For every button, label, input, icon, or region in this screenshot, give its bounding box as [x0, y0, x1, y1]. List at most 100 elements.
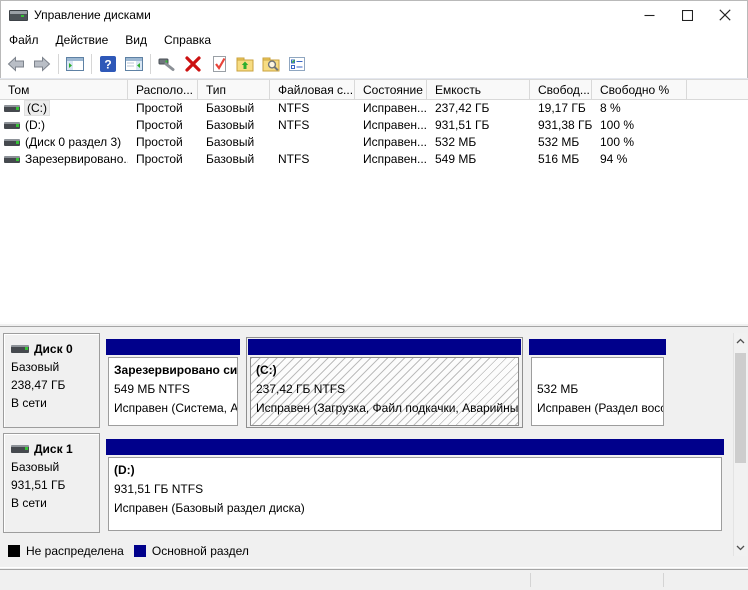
disk-icon: [11, 345, 29, 353]
minimize-button[interactable]: [630, 0, 668, 30]
partition-color-bar: [106, 339, 240, 355]
scroll-down-button[interactable]: [734, 540, 747, 556]
volume-name: (C:): [24, 100, 50, 116]
properties-icon: [289, 56, 305, 71]
volume-name: (Диск 0 раздел 3): [25, 135, 122, 149]
volume-status: Исправен...: [363, 135, 427, 149]
delete-volume-button[interactable]: [180, 52, 206, 76]
statusbar-separator: [663, 573, 664, 587]
volume-free-pct: 8 %: [600, 101, 621, 115]
volume-row-reserved[interactable]: Зарезервировано... Простой Базовый NTFS …: [0, 151, 748, 168]
volume-free: 532 МБ: [538, 135, 580, 149]
scroll-up-button[interactable]: [734, 333, 747, 349]
svg-text:?: ?: [104, 57, 111, 71]
chevron-up-icon: [736, 338, 745, 344]
volume-free: 19,17 ГБ: [538, 101, 586, 115]
disk-0-band: Диск 0 Базовый 238,47 ГБ В сети Зарезерв…: [3, 333, 727, 428]
partition-color-bar: [529, 339, 666, 355]
volume-status: Исправен...: [363, 152, 427, 166]
column-header-filesystem[interactable]: Файловая с...: [270, 79, 355, 100]
legend-label: Не распределена: [26, 544, 124, 558]
volume-layout: Простой: [136, 135, 183, 149]
disk-type: Базовый: [11, 360, 60, 374]
legend-item-primary: Основной раздел: [133, 544, 249, 558]
close-icon: [719, 9, 731, 21]
statusbar-separator: [530, 573, 531, 587]
disk-status: В сети: [11, 496, 47, 510]
disk-1-band: Диск 1 Базовый 931,51 ГБ В сети (D:) 931…: [3, 433, 727, 533]
disk-size: 238,47 ГБ: [11, 378, 66, 392]
menu-item-help[interactable]: Справка: [164, 33, 211, 47]
volume-capacity: 237,42 ГБ: [435, 101, 490, 115]
show-console-tree-button[interactable]: [62, 52, 88, 76]
volume-free: 516 МБ: [538, 152, 580, 166]
volume-icon: [4, 156, 20, 163]
titlebar: Управление дисками: [0, 0, 748, 30]
column-header-volume[interactable]: Том: [0, 79, 128, 100]
partition-d[interactable]: (D:) 931,51 ГБ NTFS Исправен (Базовый ра…: [104, 437, 726, 533]
mark-partition-active-button[interactable]: [206, 52, 232, 76]
menu-item-action[interactable]: Действие: [56, 33, 109, 47]
volume-row-disk0-part3[interactable]: (Диск 0 раздел 3) Простой Базовый Исправ…: [0, 134, 748, 151]
partition-recovery[interactable]: 532 МБ Исправен (Раздел восс: [527, 337, 668, 428]
vertical-scrollbar[interactable]: [733, 333, 747, 556]
maximize-icon: [681, 9, 693, 21]
column-header-free-pct[interactable]: Свободно %: [592, 79, 687, 100]
volume-fs: NTFS: [278, 118, 310, 132]
toolbar-separator: [150, 53, 151, 74]
partition-status: Исправен (Загрузка, Файл подкачки, Авари…: [256, 401, 519, 415]
volume-free-pct: 100 %: [600, 118, 635, 132]
partition-system-reserved[interactable]: Зарезервировано сис 549 МБ NTFS Исправен…: [104, 337, 242, 428]
column-header-free[interactable]: Свобод...: [530, 79, 592, 100]
column-header-status[interactable]: Состояние: [355, 79, 427, 100]
volume-row-c[interactable]: (C:) Простой Базовый NTFS Исправен... 23…: [0, 100, 748, 117]
column-header-capacity[interactable]: Емкость: [427, 79, 530, 100]
column-header-type[interactable]: Тип: [198, 79, 270, 100]
partition-status: Исправен (Базовый раздел диска): [114, 501, 305, 515]
explore-button[interactable]: [258, 52, 284, 76]
partition-size: 549 МБ NTFS: [114, 382, 190, 396]
toolbar-separator: [91, 53, 92, 74]
disk-status: В сети: [11, 396, 47, 410]
properties-button[interactable]: [284, 52, 310, 76]
show-action-pane-icon: [125, 56, 143, 71]
partition-size: 532 МБ: [537, 382, 579, 396]
partition-name: [537, 361, 659, 380]
disk-0-header[interactable]: Диск 0 Базовый 238,47 ГБ В сети: [3, 333, 100, 428]
partition-name: (C:): [256, 363, 277, 377]
partition-name: (D:): [114, 463, 135, 477]
menu-item-file[interactable]: Файл: [9, 33, 39, 47]
show-action-pane-button[interactable]: [121, 52, 147, 76]
rescan-disks-button[interactable]: [154, 52, 180, 76]
column-header-blank: [687, 79, 748, 100]
legend-item-unallocated: Не распределена: [8, 544, 124, 558]
partition-status: Исправен (Система, Ак: [114, 401, 238, 415]
open-folder-icon: [236, 57, 254, 72]
back-button[interactable]: [3, 52, 29, 76]
menu-item-view[interactable]: Вид: [125, 33, 147, 47]
disk-management-app-icon: [9, 8, 28, 22]
volume-free: 931,38 ГБ: [538, 118, 592, 132]
mark-partition-active-icon: [213, 55, 226, 72]
close-button[interactable]: [706, 0, 744, 30]
disk-1-header[interactable]: Диск 1 Базовый 931,51 ГБ В сети: [3, 433, 100, 533]
disk-label: Диск 1: [34, 442, 73, 456]
help-button[interactable]: ?: [95, 52, 121, 76]
volume-name: Зарезервировано...: [25, 152, 128, 166]
partition-c[interactable]: (C:) 237,42 ГБ NTFS Исправен (Загрузка, …: [246, 337, 523, 428]
delete-volume-icon: [185, 55, 201, 72]
forward-button[interactable]: [29, 52, 55, 76]
help-icon: ?: [100, 55, 116, 72]
partition-color-bar: [248, 339, 521, 355]
volume-icon: [4, 105, 20, 112]
partition-status: Исправен (Раздел восс: [537, 401, 664, 415]
disk-icon: [11, 445, 29, 453]
open-button[interactable]: [232, 52, 258, 76]
maximize-button[interactable]: [668, 0, 706, 30]
volume-row-d[interactable]: (D:) Простой Базовый NTFS Исправен... 93…: [0, 117, 748, 134]
volume-fs: [270, 134, 355, 151]
scrollbar-thumb[interactable]: [735, 353, 746, 463]
volume-icon: [4, 122, 20, 129]
column-header-layout[interactable]: Располо...: [128, 79, 198, 100]
window-controls: [630, 0, 744, 30]
